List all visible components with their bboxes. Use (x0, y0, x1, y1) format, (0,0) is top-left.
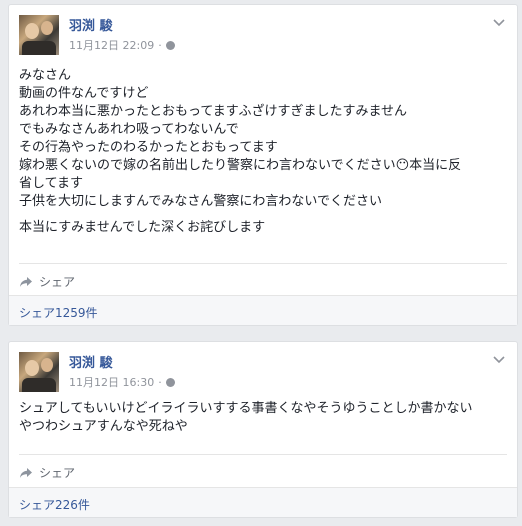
post-text-line: シュアしてもいいけどイライラいすする事書くなやそうゆうことしか書かない (19, 401, 473, 416)
post-text-line: あれわ本当に悪かったとおもってますふざけすぎましたすみません (19, 104, 408, 119)
post-meta: 11月12日 16:30 · (69, 374, 175, 390)
post-timestamp[interactable]: 11月12日 22:09 (69, 37, 154, 53)
share-label: シェア (39, 275, 76, 289)
globe-icon[interactable] (165, 40, 175, 50)
chevron-down-icon[interactable] (493, 356, 505, 364)
post-text-line: やつわシュアすんなや死ねや (19, 419, 188, 434)
avatar[interactable] (19, 352, 59, 392)
avatar[interactable] (19, 15, 59, 55)
post-card: 羽渕 駿 11月12日 16:30 · シュアしてもいいけどイライラいすする事書… (8, 341, 518, 518)
meta-separator: · (158, 38, 162, 52)
share-arrow-icon (20, 276, 32, 287)
chevron-down-icon[interactable] (493, 19, 505, 27)
post-body: シュアしてもいいけどイライラいすする事書くなやそうゆうことしか書かない やつわシ… (19, 400, 507, 436)
share-count-link[interactable]: シェア226件 (19, 496, 90, 513)
action-bar: シェア (19, 454, 507, 487)
post-text-line: 動画の件なんですけど (19, 86, 149, 101)
post-card: 羽渕 駿 11月12日 22:09 · みなさん 動画の件なんですけど あれわ本… (8, 4, 518, 326)
post-meta: 11月12日 22:09 · (69, 37, 175, 53)
post-text-line: みなさん (19, 68, 72, 83)
share-button[interactable]: シェア (19, 273, 75, 290)
author-name[interactable]: 羽渕 駿 (69, 352, 113, 371)
share-label: シェア (39, 466, 76, 480)
post-text-line: 嫁わ悪くないので嫁の名前出したり警察にわ言わないでください😶本当に反 (19, 158, 462, 173)
globe-icon[interactable] (165, 377, 175, 387)
post-body: みなさん 動画の件なんですけど あれわ本当に悪かったとおもってますふざけすぎまし… (19, 67, 507, 237)
post-text-line: でもみなさんあれわ吸ってわないんで (19, 122, 239, 137)
post-text-line: 子供を大切にしますんでみなさん警察にわ言わないでください (19, 194, 382, 209)
share-count-link[interactable]: シェア1259件 (19, 304, 98, 321)
share-count-bar: シェア226件 (9, 487, 517, 517)
post-text-line: 省してます (19, 176, 83, 191)
post-text-line: その行為やったのわるかったとおもってます (19, 140, 278, 155)
post-text-line: 本当にすみませんでした深くお詫びします (19, 220, 266, 235)
share-arrow-icon (20, 467, 32, 478)
post-timestamp[interactable]: 11月12日 16:30 (69, 374, 154, 390)
author-name[interactable]: 羽渕 駿 (69, 15, 113, 34)
action-bar: シェア (19, 263, 507, 296)
share-count-bar: シェア1259件 (9, 295, 517, 325)
share-button[interactable]: シェア (19, 464, 75, 481)
meta-separator: · (158, 375, 162, 389)
